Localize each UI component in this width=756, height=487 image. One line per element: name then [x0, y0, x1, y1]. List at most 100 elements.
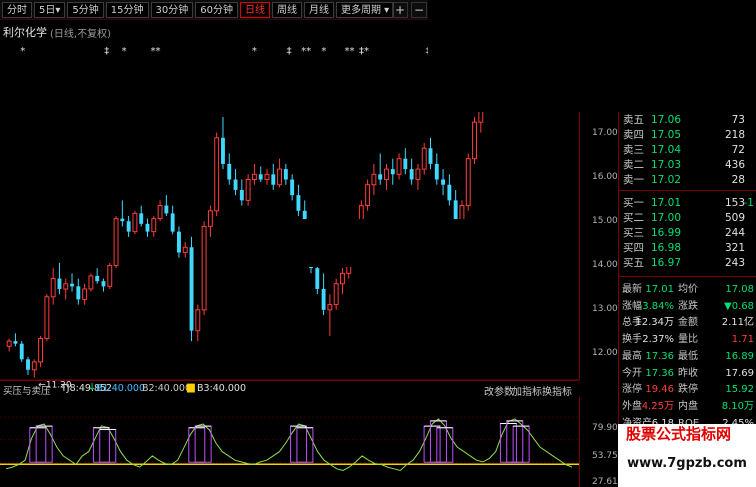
candle-body	[57, 278, 62, 289]
bid-price: 17.01	[650, 197, 681, 209]
candle-body	[447, 184, 452, 201]
signal-marker: *	[321, 46, 326, 57]
candle-body	[31, 361, 37, 371]
signal-marker: ‡	[104, 46, 109, 57]
candle-body	[271, 174, 276, 185]
ask-row: 卖五 17.06 73	[619, 113, 756, 128]
tab-period[interactable]: 5分钟	[67, 2, 104, 18]
ask-price: 17.04	[650, 144, 681, 156]
candle-body	[157, 205, 163, 220]
bid-volume: 321	[724, 242, 745, 254]
chart-mode-label: (日线,不复权)	[50, 29, 111, 40]
candle-body	[421, 147, 427, 170]
ask-label: 卖三	[623, 144, 644, 156]
bid-volume: 153	[724, 197, 745, 209]
bid-row: 买二 17.00 509	[619, 211, 756, 226]
tab-period[interactable]: 15分钟	[105, 2, 149, 18]
stat-row: 涨停 19.46 跌停 15.92	[619, 382, 756, 397]
ask-label: 卖四	[623, 129, 644, 141]
divider	[619, 190, 756, 191]
signal-marker: *	[20, 46, 25, 57]
candle-body	[409, 169, 414, 180]
candle-body	[189, 247, 194, 331]
bid-label: 买二	[623, 212, 644, 224]
tab-period[interactable]: 更多周期 ▾	[335, 2, 395, 18]
candle-body	[315, 268, 320, 289]
indicator-header: 买压与卖压 TJ8:49.852 ↓ B1:40.000 B2:40.000 ▆…	[0, 380, 579, 398]
stat-row: 最高 17.36 最低 16.89	[619, 349, 756, 364]
tab-period[interactable]: 周线	[271, 2, 302, 18]
tab-period[interactable]: 30分钟	[150, 2, 194, 18]
candle-body	[403, 158, 408, 170]
ask-volume: 28	[731, 174, 745, 186]
candle-body	[13, 341, 18, 344]
stat-label: 涨停	[622, 384, 642, 396]
ask-row: 卖三 17.04 72	[619, 143, 756, 158]
price-tick: 12.00	[592, 348, 618, 358]
ask-price: 17.03	[650, 159, 681, 171]
bid-row: 买四 16.98 321	[619, 241, 756, 256]
stat-label: 外盘	[622, 400, 642, 412]
price-tick: 16.00	[592, 172, 618, 182]
candle-body	[327, 304, 333, 311]
candle-body	[50, 278, 56, 298]
indicator-peak-box	[423, 425, 441, 463]
bid-change: -1	[743, 197, 754, 209]
candle-body	[132, 212, 138, 233]
stat-value: 12.34万	[635, 317, 674, 329]
candle-body	[151, 218, 157, 233]
indicator-b1-value: B1:40.000	[96, 383, 146, 394]
candle-body	[6, 340, 12, 347]
candle-body	[19, 343, 24, 360]
ask-price: 17.05	[650, 129, 681, 141]
stat-value: 17.36	[645, 350, 674, 362]
ask-price: 17.02	[650, 174, 681, 186]
price-tick: 13.00	[592, 304, 618, 314]
stat-label: 最新	[622, 284, 642, 295]
indicator-peak-box	[429, 420, 447, 463]
stat-label: 昨收	[678, 367, 698, 379]
indicator-tick: 79.90	[592, 423, 618, 433]
stat-label: 内盘	[678, 400, 698, 412]
candle-body	[365, 184, 371, 207]
indicator-peak-box	[499, 423, 517, 463]
tab-period[interactable]: 日线	[239, 2, 270, 18]
tab-period[interactable]: 分时	[2, 2, 32, 18]
bid-label: 买一	[623, 197, 644, 209]
bid-label: 买四	[623, 242, 644, 254]
candle-body	[396, 158, 402, 175]
ask-label: 卖五	[623, 114, 644, 126]
candle-body	[264, 173, 270, 181]
edit-params-button[interactable]: 改参数	[484, 383, 514, 398]
tab-period[interactable]: 5日▾	[34, 2, 66, 18]
bid-price: 16.99	[650, 227, 681, 239]
ask-volume: 436	[724, 159, 745, 171]
candle-body	[126, 221, 131, 232]
stat-row: 最新 17.01 均价 17.08	[619, 282, 756, 297]
add-indicator-button[interactable]: 加指标	[512, 383, 542, 398]
stat-value: ▼0.68	[724, 300, 754, 312]
switch-indicator-button[interactable]: 换指标	[542, 383, 572, 398]
bid-volume: 509	[724, 212, 745, 224]
tab-period[interactable]: 60分钟	[195, 2, 238, 18]
candle-body	[182, 246, 188, 253]
bid-row: 买五 16.97 243	[619, 256, 756, 271]
ask-volume: 218	[724, 129, 745, 141]
stat-value: 4.25万	[641, 400, 674, 412]
bid-volume: 244	[724, 227, 745, 239]
ask-label: 卖二	[623, 159, 644, 171]
bar-icon: ▆	[187, 382, 195, 393]
divider	[619, 276, 756, 277]
candle-body	[258, 174, 263, 180]
candle-body	[107, 265, 113, 287]
tab-period[interactable]: 月线	[303, 2, 334, 18]
candle-body	[465, 158, 471, 207]
candle-body	[63, 283, 69, 290]
signal-marker: *	[122, 46, 127, 57]
indicator-line	[5, 418, 573, 472]
bid-price: 16.98	[650, 242, 681, 254]
zoom-in-button[interactable]: +	[392, 2, 408, 18]
indicator-peak-box	[506, 420, 524, 463]
zoom-out-button[interactable]: −	[411, 2, 427, 18]
stat-label: 金额	[678, 317, 698, 329]
